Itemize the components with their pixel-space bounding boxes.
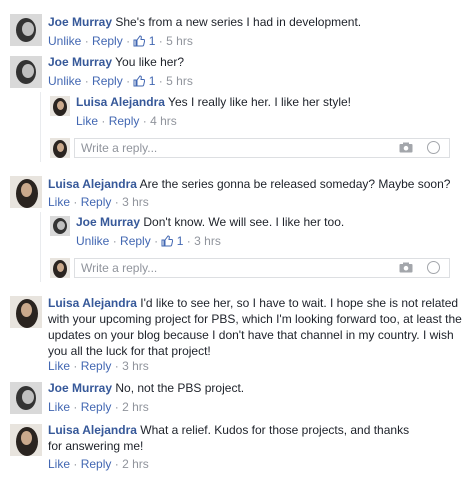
reply-button[interactable]: Reply: [109, 114, 140, 128]
reply-button[interactable]: Reply: [120, 234, 151, 248]
reply-composer: Write a reply...: [0, 256, 476, 282]
like-count[interactable]: 1: [177, 234, 184, 248]
thumbs-up-icon[interactable]: [133, 75, 146, 87]
comment-text: You like her?: [115, 55, 185, 69]
comment-text: Don't know. We will see. I like her too.: [143, 215, 345, 229]
reply-placeholder: Write a reply...: [81, 261, 158, 275]
comment-2: Luisa Alejandra Yes I really like her. I…: [0, 92, 476, 134]
avatar-luisa-alejandra[interactable]: [50, 96, 70, 116]
avatar-joe-murray[interactable]: [10, 56, 42, 88]
avatar-luisa-alejandra[interactable]: [10, 424, 42, 456]
unlike-button[interactable]: Unlike: [76, 234, 109, 248]
timestamp[interactable]: 3 hrs: [122, 195, 149, 209]
comment-author[interactable]: Joe Murray: [76, 215, 140, 229]
comment-body: Joe Murray Don't know. We will see. I li…: [76, 214, 468, 230]
comment-1: Joe Murray You like her? Unlike · Reply …: [0, 52, 476, 92]
timestamp[interactable]: 3 hrs: [194, 234, 221, 248]
reply-input[interactable]: Write a reply...: [74, 138, 450, 158]
like-button[interactable]: Like: [48, 457, 70, 471]
comment-body: Luisa Alejandra What a relief. Kudos for…: [48, 422, 418, 454]
avatar-current-user: [50, 258, 70, 278]
timestamp[interactable]: 2 hrs: [122, 400, 149, 414]
comment-text: She's from a new series I had in develop…: [115, 15, 362, 29]
comment-actions: Like · Reply · 2 hrs: [48, 400, 149, 414]
reply-button[interactable]: Reply: [81, 457, 112, 471]
unlike-button[interactable]: Unlike: [48, 74, 81, 88]
comment-author[interactable]: Luisa Alejandra: [76, 95, 165, 109]
avatar-joe-murray[interactable]: [10, 14, 42, 46]
camera-icon[interactable]: [399, 142, 413, 153]
reply-composer: Write a reply...: [0, 136, 476, 162]
camera-icon[interactable]: [399, 262, 413, 273]
emoji-icon[interactable]: [427, 141, 440, 154]
reply-button[interactable]: Reply: [92, 74, 123, 88]
comment-author[interactable]: Luisa Alejandra: [48, 177, 137, 191]
comment-actions: Like · Reply · 3 hrs: [48, 195, 149, 209]
comment-actions: Unlike · Reply · 1 · 3 hrs: [76, 234, 221, 248]
like-button[interactable]: Like: [48, 195, 70, 209]
timestamp[interactable]: 5 hrs: [166, 34, 193, 48]
comment-actions: Like · Reply · 3 hrs: [48, 359, 149, 373]
thumbs-up-icon[interactable]: [133, 35, 146, 47]
like-button[interactable]: Like: [48, 400, 70, 414]
avatar-joe-murray[interactable]: [50, 216, 70, 236]
thumbs-up-icon[interactable]: [161, 235, 174, 247]
comment-body: Joe Murray You like her?: [48, 54, 468, 70]
comment-body: Joe Murray She's from a new series I had…: [48, 14, 468, 30]
timestamp[interactable]: 4 hrs: [150, 114, 177, 128]
avatar-luisa-alejandra[interactable]: [10, 176, 42, 208]
comment-3: Luisa Alejandra Are the series gonna be …: [0, 170, 476, 210]
like-button[interactable]: Like: [48, 359, 70, 373]
comment-body: Luisa Alejandra Yes I really like her. I…: [76, 94, 468, 110]
comment-actions: Unlike · Reply · 1 · 5 hrs: [48, 74, 193, 88]
comment-0: Joe Murray She's from a new series I had…: [0, 0, 476, 50]
avatar-joe-murray[interactable]: [10, 382, 42, 414]
like-count[interactable]: 1: [149, 74, 156, 88]
like-count[interactable]: 1: [149, 34, 156, 48]
avatar-current-user: [50, 138, 70, 158]
like-button[interactable]: Like: [76, 114, 98, 128]
comment-body: Luisa Alejandra I'd like to see her, so …: [48, 295, 464, 359]
comment-actions: Like · Reply · 2 hrs: [48, 457, 149, 471]
comment-body: Luisa Alejandra Are the series gonna be …: [48, 176, 468, 192]
comment-author[interactable]: Joe Murray: [48, 381, 112, 395]
comment-4: Joe Murray Don't know. We will see. I li…: [0, 212, 476, 254]
comment-author[interactable]: Joe Murray: [48, 55, 112, 69]
reply-input[interactable]: Write a reply...: [74, 258, 450, 278]
reply-placeholder: Write a reply...: [81, 141, 158, 155]
comment-6: Joe Murray No, not the PBS project. Like…: [0, 378, 476, 418]
comment-author[interactable]: Luisa Alejandra: [48, 423, 137, 437]
timestamp[interactable]: 3 hrs: [122, 359, 149, 373]
comment-text: Yes I really like her. I like her style!: [168, 95, 352, 109]
emoji-icon[interactable]: [427, 261, 440, 274]
reply-button[interactable]: Reply: [92, 34, 123, 48]
comment-body: Joe Murray No, not the PBS project.: [48, 380, 468, 396]
timestamp[interactable]: 5 hrs: [166, 74, 193, 88]
comment-5: Luisa Alejandra I'd like to see her, so …: [0, 290, 476, 376]
reply-button[interactable]: Reply: [81, 400, 112, 414]
comment-text: Are the series gonna be released someday…: [139, 177, 451, 191]
reply-button[interactable]: Reply: [81, 195, 112, 209]
avatar-luisa-alejandra[interactable]: [10, 296, 42, 328]
comment-7: Luisa Alejandra What a relief. Kudos for…: [0, 420, 476, 480]
reply-button[interactable]: Reply: [81, 359, 112, 373]
comment-actions: Unlike · Reply · 1 · 5 hrs: [48, 34, 193, 48]
timestamp[interactable]: 2 hrs: [122, 457, 149, 471]
comment-author[interactable]: Joe Murray: [48, 15, 112, 29]
comment-actions: Like · Reply · 4 hrs: [76, 114, 177, 128]
unlike-button[interactable]: Unlike: [48, 34, 81, 48]
comment-author[interactable]: Luisa Alejandra: [48, 296, 137, 310]
comment-text: No, not the PBS project.: [115, 381, 245, 395]
